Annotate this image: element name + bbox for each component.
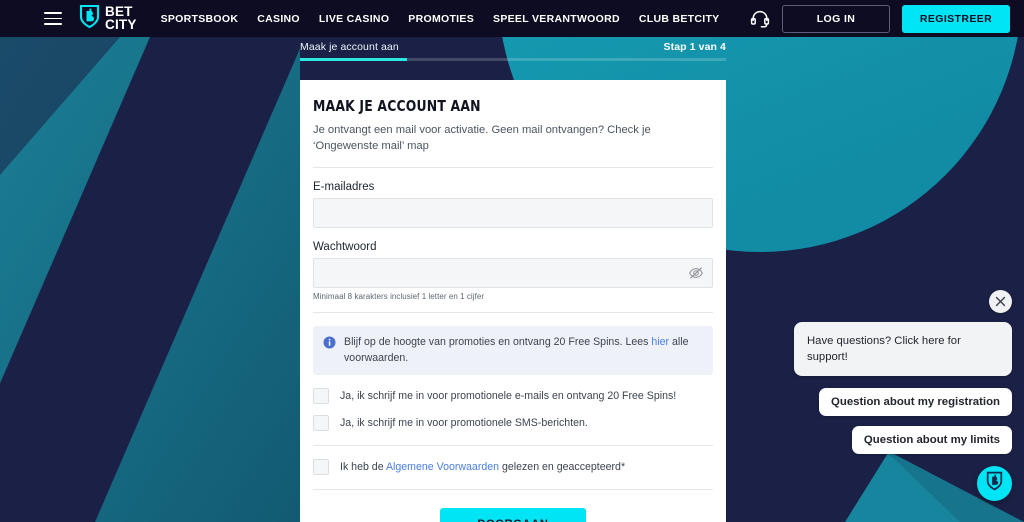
password-label: Wachtwoord [313,241,377,254]
info-icon [323,336,336,354]
password-hint: Minimaal 8 karakters inclusief 1 letter … [313,292,485,302]
eye-off-icon[interactable] [688,265,704,281]
close-icon[interactable] [989,290,1012,313]
divider-middle [313,312,713,314]
registration-card: MAAK JE ACCOUNT AAN Je ontvangt een mail… [300,80,726,522]
betcity-shield-icon [79,4,100,34]
checkbox-email-optin-label: Ja, ik schrijf me in voor promotionele e… [340,390,677,403]
nav-link-club-betcity[interactable]: CLUB BETCITY [639,13,720,25]
logo-wordmark: BET CITY [105,5,137,32]
hamburger-menu-icon[interactable] [44,12,62,25]
step-counter: Stap 1 van 4 [663,41,726,53]
nav-link-sportsbook[interactable]: SPORTSBOOK [161,13,239,25]
checkbox-sms-optin[interactable] [313,415,329,432]
promotions-info-text: Blijf op de hoogte van promoties en ontv… [344,335,702,366]
page-title: MAAK JE ACCOUNT AAN [313,97,481,115]
checkbox-terms-label: Ik heb de Algemene Voorwaarden gelezen e… [340,461,625,473]
progress-track [300,58,726,61]
chat-greeting-bubble: Have questions? Click here for support! [794,322,1012,377]
nav-links: SPORTSBOOK CASINO LIVE CASINO PROMOTIES … [161,13,720,25]
promotions-info-banner: Blijf op de hoogte van promoties en ontv… [313,326,713,376]
checkbox-row-sms-optin[interactable]: Ja, ik schrijf me in voor promotionele S… [313,415,713,432]
checkbox-row-terms[interactable]: Ik heb de Algemene Voorwaarden gelezen e… [313,459,713,476]
terms-text-after: gelezen en geaccepteerd* [499,461,626,474]
info-terms-link[interactable]: hier [651,336,669,348]
checkbox-email-optin[interactable] [313,388,329,405]
nav-link-live-casino[interactable]: LIVE CASINO [319,13,389,25]
password-input[interactable] [314,259,712,288]
password-field-wrapper[interactable] [313,258,713,289]
logo-line-2: CITY [105,16,137,32]
terms-text-before: Ik heb de [340,461,386,474]
step-label: Maak je account aan [300,41,399,53]
continue-button[interactable]: DOORGAAN [440,508,586,522]
email-label: E-mailadres [313,181,375,194]
quick-reply-registration[interactable]: Question about my registration [819,388,1012,416]
email-field-wrapper[interactable] [313,198,713,229]
nav-link-casino[interactable]: CASINO [257,13,300,25]
divider-terms-top [313,445,713,447]
chat-launcher-button[interactable] [977,466,1012,501]
betcity-shield-icon [986,471,1003,496]
nav-link-promoties[interactable]: PROMOTIES [408,13,474,25]
login-button[interactable]: LOG IN [782,4,890,33]
checkbox-sms-optin-label: Ja, ik schrijf me in voor promotionele S… [340,417,588,430]
info-text-before: Blijf op de hoogte van promoties en ontv… [344,336,652,349]
page-subtitle: Je ontvangt een mail voor activatie. Gee… [313,124,651,153]
betcity-logo[interactable]: BET CITY [79,4,137,34]
register-button[interactable]: REGISTREER [902,4,1010,33]
divider-top [313,167,713,169]
divider-bottom [313,489,713,491]
registration-step-bar: Maak je account aan Stap 1 van 4 [300,37,726,63]
progress-fill [300,58,407,61]
headset-icon[interactable] [750,9,770,28]
top-navigation-bar: BET CITY SPORTSBOOK CASINO LIVE CASINO P… [0,0,1024,37]
quick-reply-limits[interactable]: Question about my limits [851,426,1012,454]
page-root: BET CITY SPORTSBOOK CASINO LIVE CASINO P… [0,0,1024,522]
checkbox-terms[interactable] [313,459,329,476]
email-input[interactable] [314,199,712,228]
nav-link-speel-verantwoord[interactable]: SPEEL VERANTWOORD [493,13,620,25]
checkbox-row-email-optin[interactable]: Ja, ik schrijf me in voor promotionele e… [313,388,713,405]
nav-right-actions: LOG IN REGISTREER [750,4,1010,33]
terms-conditions-link[interactable]: Algemene Voorwaarden [386,461,499,473]
